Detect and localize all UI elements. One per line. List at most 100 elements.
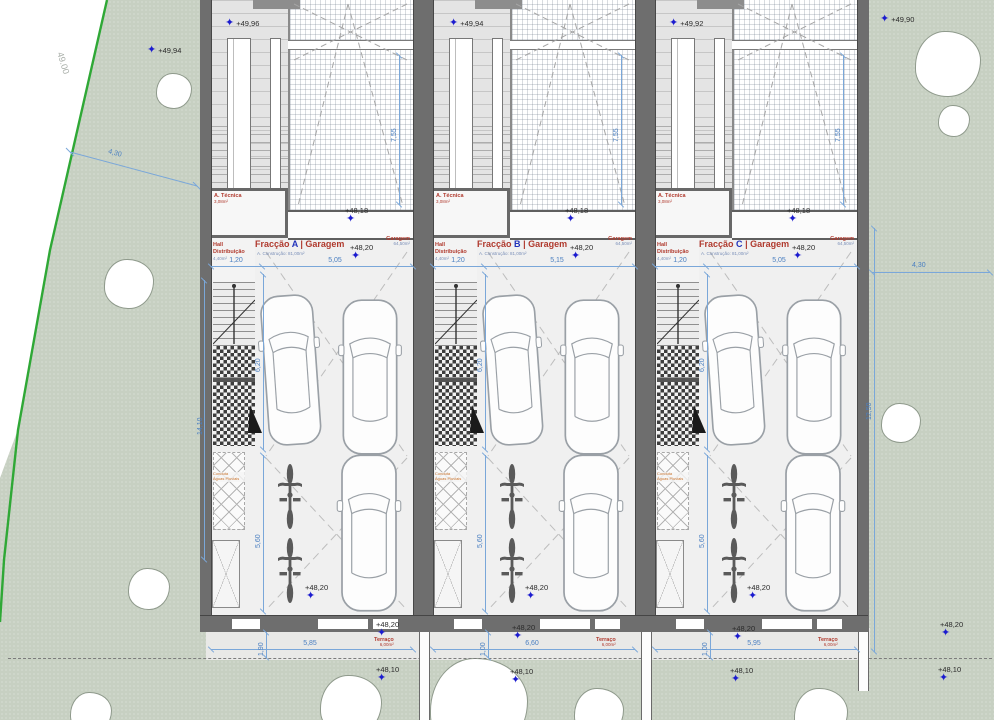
dimension-patio-depth: 7,55 <box>835 128 842 142</box>
level-star-icon: ✦ <box>449 18 458 29</box>
bicycle-icon <box>720 536 748 611</box>
rainwater-duct-note: Conduta Águas Pluviais <box>657 472 689 482</box>
car-icon <box>560 294 624 465</box>
rainwater-duct-note: Conduta Águas Pluviais <box>213 472 245 482</box>
dimension-garage-upper-depth: 6,20 <box>255 358 262 372</box>
dimension-line <box>433 649 635 650</box>
elevation-marker: ✦+49,92 <box>669 18 703 29</box>
elevation-marker: ✦+48,10 <box>510 667 533 686</box>
hall-label-2: Distribuição <box>435 249 467 255</box>
fraction-title: Fracção C | Garagem <box>699 239 789 249</box>
dimension-hall-width: 1,20 <box>214 257 258 264</box>
wall <box>857 0 869 631</box>
fraction-letter: B <box>514 239 521 249</box>
roof-slope-dashes <box>510 0 635 210</box>
dimension-line <box>263 455 264 612</box>
car-icon <box>254 288 327 457</box>
technical-room-area: 3,08m² <box>658 200 672 205</box>
level-star-icon: ✦ <box>306 591 315 602</box>
dimension-terrace-depth: 1,00 <box>480 642 487 656</box>
door-leaf <box>246 405 264 435</box>
dimension-line <box>707 274 708 450</box>
fraction-title-suffix: | Garagem <box>745 239 789 249</box>
fraction-title-prefix: Fracção <box>477 239 512 249</box>
fraction-title-suffix: | Garagem <box>300 239 344 249</box>
door-opening <box>595 619 620 629</box>
dimension-patio-depth: 7,55 <box>613 128 620 142</box>
equipment-box <box>434 540 462 608</box>
elevation-marker: ✦+49,94 <box>449 18 483 29</box>
elevation-marker: ✦+48,10 <box>730 666 753 685</box>
walkway-edge <box>270 38 281 190</box>
elevation-marker: ✦+49,90 <box>880 14 914 25</box>
equipment-box <box>212 540 240 608</box>
stair-break-line <box>435 282 477 346</box>
level-star-icon: ✦ <box>566 214 575 225</box>
dimension-garage-lower-depth: 5,60 <box>477 534 484 548</box>
fraction-letter: A <box>292 239 298 249</box>
car-icon <box>338 294 402 465</box>
elevation-value: +49,92 <box>680 19 703 28</box>
roof-slope-dashes <box>732 0 857 210</box>
dimension-line <box>707 455 708 612</box>
dimension-total-depth: 14,10 <box>197 417 204 435</box>
dimension-line <box>655 649 857 650</box>
elevation-marker: ✦+48,18 <box>787 206 810 225</box>
stair-hatch <box>213 346 255 378</box>
terrace-label-block: Terraço 6,00m² <box>596 637 616 648</box>
wall-stub <box>213 378 255 382</box>
level-star-icon: ✦ <box>571 251 580 262</box>
dwelling-unit: 7,55 A. Técnica 3,08m² Hall Distribuição… <box>644 0 868 720</box>
level-star-icon: ✦ <box>225 18 234 29</box>
elevation-value: +49,90 <box>891 15 914 24</box>
walkway <box>449 38 473 190</box>
car-icon <box>782 294 846 465</box>
level-star-icon: ✦ <box>377 628 386 639</box>
hall-label-1: Hall <box>213 242 223 248</box>
hall-label-1: Hall <box>657 242 667 248</box>
level-star-icon: ✦ <box>526 591 535 602</box>
elevation-marker: ✦+48,20 <box>792 243 815 262</box>
fraction-title-prefix: Fracção <box>255 239 290 249</box>
door-opening <box>232 619 260 629</box>
wall <box>422 0 434 631</box>
wall <box>644 0 656 631</box>
level-star-icon: ✦ <box>748 591 757 602</box>
walkway <box>227 38 251 190</box>
door-opening <box>454 619 482 629</box>
dimension-line <box>263 274 264 450</box>
duct-note-line2: Águas Pluviais <box>435 477 467 482</box>
dimension-line <box>211 649 413 650</box>
level-star-icon: ✦ <box>346 214 355 225</box>
elevation-value: +49,96 <box>236 19 259 28</box>
rainwater-duct-note: Conduta Águas Pluviais <box>435 472 467 482</box>
duct-note-line2: Águas Pluviais <box>657 477 689 482</box>
garage-door-opening <box>762 619 812 629</box>
roof-slope-dashes <box>288 0 413 210</box>
elevation-marker: ✦+48,20 <box>512 623 535 642</box>
dwelling-unit: 7,55 A. Técnica 3,08m² Hall Distribuição… <box>422 0 646 720</box>
elevation-marker: ✦+48,18 <box>345 206 368 225</box>
dwelling-unit: 7,55 A. Técnica 3,08m² Hall Distribuição… <box>200 0 424 720</box>
dimension-line <box>399 55 400 205</box>
dimension-line <box>211 266 413 267</box>
elevation-value: +49,94 <box>460 19 483 28</box>
dimension-garage-lower-depth: 5,60 <box>699 534 706 548</box>
door-leaf <box>468 405 486 435</box>
fraction-title-prefix: Fracção <box>699 239 734 249</box>
door-opening <box>676 619 704 629</box>
elevation-marker: ✦+48,20 <box>305 583 328 602</box>
stair-hatch <box>435 346 477 378</box>
bicycle-icon <box>498 536 526 611</box>
walkway-edge <box>714 38 725 190</box>
garage-door-opening <box>540 619 590 629</box>
dimension-line <box>874 228 875 652</box>
level-star-icon: ✦ <box>941 628 950 639</box>
dimension-line <box>843 55 844 205</box>
elevation-marker: ✦+48,10 <box>938 665 961 684</box>
car-icon <box>476 288 549 457</box>
terrace-label-block: Terraço 6,00m² <box>818 637 838 648</box>
walkway <box>671 38 695 190</box>
hall-label-1: Hall <box>435 242 445 248</box>
elevation-marker: ✦+48,20 <box>350 243 373 262</box>
